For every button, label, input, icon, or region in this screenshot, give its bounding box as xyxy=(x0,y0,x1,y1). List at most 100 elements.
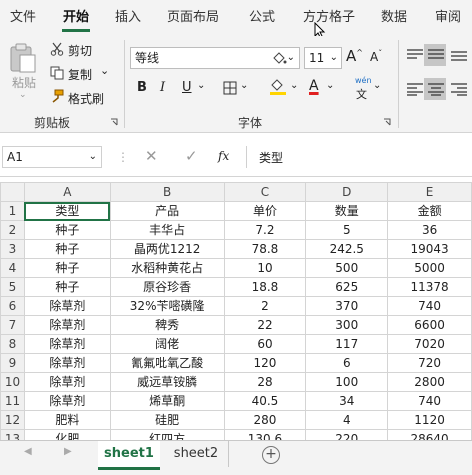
fill-color-button-icon[interactable] xyxy=(268,78,288,96)
row-header[interactable]: 1 xyxy=(0,201,25,221)
phonetic-dropdown-chevron-icon[interactable]: ⌄ xyxy=(373,80,381,91)
cell[interactable]: 11378 xyxy=(387,277,472,297)
fill-color-icon[interactable] xyxy=(270,50,288,68)
cell[interactable]: 2800 xyxy=(387,372,472,392)
decrease-font-size-button[interactable]: Aˇ xyxy=(370,49,382,64)
cell[interactable]: 威远草铵膦 xyxy=(109,372,225,392)
cell[interactable]: 22 xyxy=(223,315,307,335)
cell[interactable]: 370 xyxy=(305,296,389,316)
font-color-dropdown-chevron-icon[interactable]: ⌄ xyxy=(326,80,334,91)
cell[interactable]: 阔佬 xyxy=(109,334,225,354)
cell[interactable]: 18.8 xyxy=(223,277,307,297)
cell[interactable]: 28640 xyxy=(387,429,472,440)
bold-button[interactable]: B xyxy=(137,80,147,95)
cell[interactable]: 10 xyxy=(223,258,307,278)
prev-sheet-icon[interactable]: ◀ xyxy=(24,446,32,457)
sheet-tab-sheet1[interactable]: sheet1 xyxy=(98,441,160,470)
cell[interactable]: 130.6 xyxy=(223,429,307,440)
cell[interactable]: 19043 xyxy=(387,239,472,259)
format-painter-button[interactable]: 格式刷 xyxy=(68,90,104,107)
cell[interactable]: 红四方 xyxy=(109,429,225,440)
cell[interactable]: 烯草酮 xyxy=(109,391,225,411)
row-header[interactable]: 7 xyxy=(0,315,25,335)
cell[interactable]: 28 xyxy=(223,372,307,392)
underline-dropdown-chevron-icon[interactable]: ⌄ xyxy=(197,80,205,91)
row-header[interactable]: 10 xyxy=(0,372,25,392)
cell[interactable]: 种子 xyxy=(23,239,111,259)
enter-icon[interactable]: ✓ xyxy=(185,147,198,165)
row-header[interactable]: 13 xyxy=(0,429,25,440)
tab-fangfang-gezi[interactable]: 方方格子 xyxy=(296,0,362,36)
cell[interactable]: 40.5 xyxy=(223,391,307,411)
align-center-icon[interactable] xyxy=(427,82,445,96)
italic-button[interactable]: I xyxy=(160,80,165,95)
cell[interactable]: 原谷珍香 xyxy=(109,277,225,297)
cell[interactable]: 金额 xyxy=(387,201,472,221)
column-header-c[interactable]: C xyxy=(223,182,307,202)
column-header-e[interactable]: E xyxy=(387,182,472,202)
cell[interactable]: 产品 xyxy=(109,201,225,221)
row-header[interactable]: 2 xyxy=(0,220,25,240)
next-sheet-icon[interactable]: ▶ xyxy=(64,446,72,457)
cell[interactable]: 除草剂 xyxy=(23,391,111,411)
tab-page-layout[interactable]: 页面布局 xyxy=(160,0,226,36)
sheet-tab-sheet2[interactable]: sheet2 xyxy=(164,441,229,467)
tab-review[interactable]: 审阅 xyxy=(428,0,468,36)
column-header-d[interactable]: D xyxy=(305,182,389,202)
cell[interactable]: 32%苄嘧磺隆 xyxy=(109,296,225,316)
font-launcher-icon[interactable] xyxy=(383,118,391,126)
row-header[interactable]: 11 xyxy=(0,391,25,411)
cell[interactable]: 水稻种黄花占 xyxy=(109,258,225,278)
cell[interactable]: 7.2 xyxy=(223,220,307,240)
font-color-button[interactable]: A xyxy=(309,78,319,94)
row-header[interactable]: 12 xyxy=(0,410,25,430)
formula-input[interactable]: 类型 xyxy=(246,146,472,168)
cell[interactable]: 5000 xyxy=(387,258,472,278)
cell[interactable]: 78.8 xyxy=(223,239,307,259)
cell[interactable]: 硅肥 xyxy=(109,410,225,430)
increase-font-size-button[interactable]: A^ xyxy=(346,47,363,65)
cell[interactable]: 除草剂 xyxy=(23,372,111,392)
cell[interactable]: 除草剂 xyxy=(23,353,111,373)
cell[interactable]: 种子 xyxy=(23,258,111,278)
cell[interactable]: 除草剂 xyxy=(23,334,111,354)
cell[interactable]: 60 xyxy=(223,334,307,354)
cell[interactable]: 740 xyxy=(387,296,472,316)
copy-dropdown-chevron-icon[interactable]: ⌄ xyxy=(100,64,109,77)
insert-function-icon[interactable]: fx xyxy=(218,149,229,163)
add-sheet-button[interactable]: + xyxy=(262,446,280,464)
column-header-b[interactable]: B xyxy=(109,182,225,202)
cell[interactable]: 5 xyxy=(305,220,389,240)
select-all-corner[interactable] xyxy=(0,182,25,202)
cell[interactable]: 晶两优1212 xyxy=(109,239,225,259)
cell[interactable]: 稗秀 xyxy=(109,315,225,335)
copy-button[interactable]: 复制 xyxy=(68,66,92,83)
cut-button[interactable]: 剪切 xyxy=(68,42,92,59)
cell[interactable]: 数量 xyxy=(305,201,389,221)
cell[interactable]: 种子 xyxy=(23,220,111,240)
cell[interactable]: 种子 xyxy=(23,277,111,297)
font-size-select[interactable]: 11 ⌄ xyxy=(304,47,342,69)
paste-dropdown-chevron-icon[interactable]: ⌄ xyxy=(19,90,27,100)
tab-formulas[interactable]: 公式 xyxy=(242,0,282,36)
tab-insert[interactable]: 插入 xyxy=(108,0,148,36)
align-bottom-icon[interactable] xyxy=(450,48,468,62)
spreadsheet-grid[interactable]: A B C D E 1 类型 产品 单价 数量 金额 2 种子 丰华占 7.2 5 36 3 种子 晶两优1… xyxy=(0,182,472,440)
align-top-icon[interactable] xyxy=(406,48,424,62)
tab-data[interactable]: 数据 xyxy=(374,0,414,36)
cell[interactable]: 6 xyxy=(305,353,389,373)
row-header[interactable]: 5 xyxy=(0,277,25,297)
cell[interactable]: 740 xyxy=(387,391,472,411)
tab-home[interactable]: 开始 xyxy=(56,0,96,36)
column-header-a[interactable]: A xyxy=(23,182,111,202)
borders-dropdown-chevron-icon[interactable]: ⌄ xyxy=(240,80,248,91)
row-header[interactable]: 9 xyxy=(0,353,25,373)
cell[interactable]: 4 xyxy=(305,410,389,430)
cell[interactable]: 625 xyxy=(305,277,389,297)
cell[interactable]: 1120 xyxy=(387,410,472,430)
cell[interactable]: 氰氟吡氧乙酸 xyxy=(109,353,225,373)
name-box[interactable]: A1 ⌄ xyxy=(2,146,102,168)
cell[interactable]: 除草剂 xyxy=(23,315,111,335)
align-right-icon[interactable] xyxy=(450,82,468,96)
cell[interactable]: 丰华占 xyxy=(109,220,225,240)
